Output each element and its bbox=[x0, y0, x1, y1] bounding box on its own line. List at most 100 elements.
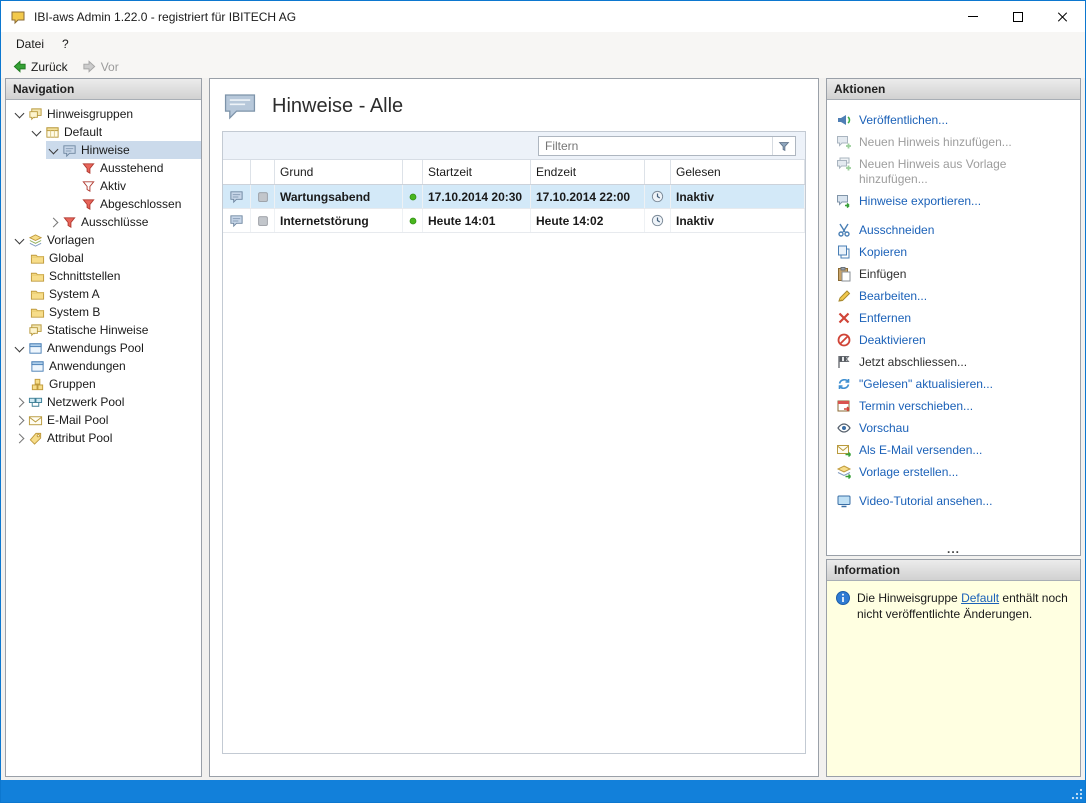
column-gelesen-icon bbox=[645, 160, 671, 184]
tree-item-anwendungs-pool[interactable]: Anwendungs Pool bbox=[6, 339, 201, 357]
chevron-down-icon[interactable] bbox=[46, 143, 61, 158]
filter-input[interactable] bbox=[539, 138, 772, 153]
hinweis-bubble-icon bbox=[63, 144, 76, 157]
minimize-button[interactable] bbox=[950, 2, 995, 32]
navigation-tree: Hinweisgruppen Default Hinweise Ausstehe… bbox=[6, 100, 201, 776]
action-video-tutorial[interactable]: Video-Tutorial ansehen... bbox=[836, 490, 1072, 512]
row-grund: Internetstörung bbox=[280, 213, 369, 228]
filter-button[interactable] bbox=[772, 136, 795, 155]
table-row[interactable]: Internetstörung Heute 14:01 Heute 14:02 … bbox=[223, 209, 805, 233]
gray-square-icon bbox=[257, 215, 268, 226]
filter-box bbox=[538, 135, 796, 156]
back-button[interactable]: Zurück bbox=[6, 57, 74, 76]
resize-grip[interactable] bbox=[1071, 788, 1083, 800]
action-vorlage-erstellen[interactable]: Vorlage erstellen... bbox=[836, 461, 1072, 483]
tree-item-label: Gruppen bbox=[49, 377, 96, 391]
row-endzeit: 17.10.2014 22:00 bbox=[536, 189, 631, 204]
tree-item-abgeschlossen[interactable]: Abgeschlossen bbox=[6, 195, 201, 213]
tree-item-label: Hinweisgruppen bbox=[47, 107, 134, 121]
tree-item-netzwerk-pool[interactable]: Netzwerk Pool bbox=[6, 393, 201, 411]
action-label: Ausschneiden bbox=[859, 223, 935, 237]
chevron-down-icon[interactable] bbox=[12, 233, 27, 248]
chevron-down-icon[interactable] bbox=[12, 107, 27, 122]
action-list: Veröffentlichen... Neuen Hinweis hinzufü… bbox=[827, 100, 1080, 555]
information-header: Information bbox=[827, 560, 1080, 581]
menu-datei[interactable]: Datei bbox=[7, 34, 53, 54]
tree-item-gruppen[interactable]: Gruppen bbox=[6, 375, 201, 393]
add-hinweis-icon bbox=[837, 136, 851, 149]
back-label: Zurück bbox=[31, 59, 68, 74]
action-bearbeiten[interactable]: Bearbeiten... bbox=[836, 285, 1072, 307]
column-grund[interactable]: Grund bbox=[275, 160, 403, 184]
send-email-icon bbox=[837, 445, 852, 458]
tree-item-label: Default bbox=[64, 125, 103, 139]
action-hinweise-exportieren[interactable]: Hinweise exportieren... bbox=[836, 190, 1072, 212]
column-endzeit[interactable]: Endzeit bbox=[531, 160, 645, 184]
navigation-panel: Navigation Hinweisgruppen Default Hinwei… bbox=[5, 78, 202, 777]
tree-item-statische-hinweise[interactable]: Statische Hinweise bbox=[6, 321, 201, 339]
close-button[interactable] bbox=[1040, 2, 1085, 32]
tree-item-email-pool[interactable]: E-Mail Pool bbox=[6, 411, 201, 429]
copy-icon bbox=[838, 245, 850, 259]
action-neuen-hinweis-hinzufuegen[interactable]: Neuen Hinweis hinzufügen... bbox=[836, 131, 1072, 153]
action-einfuegen[interactable]: Einfügen bbox=[836, 263, 1072, 285]
tree-item-ausschluesse[interactable]: Ausschlüsse bbox=[6, 213, 201, 231]
action-label: Video-Tutorial ansehen... bbox=[859, 494, 993, 508]
tree-item-system-a[interactable]: System A bbox=[6, 285, 201, 303]
action-entfernen[interactable]: Entfernen bbox=[836, 307, 1072, 329]
actions-more-indicator[interactable]: ... bbox=[827, 543, 1080, 555]
action-als-email-versenden[interactable]: Als E-Mail versenden... bbox=[836, 439, 1072, 461]
default-group-link[interactable]: Default bbox=[961, 591, 999, 605]
tree-item-hinweise[interactable]: Hinweise bbox=[6, 141, 201, 159]
action-neuen-hinweis-aus-vorlage[interactable]: Neuen Hinweis aus Vorlage hinzufügen... bbox=[836, 153, 1072, 190]
chevron-down-icon[interactable] bbox=[12, 341, 27, 356]
action-ausschneiden[interactable]: Ausschneiden bbox=[836, 219, 1072, 241]
action-deaktivieren[interactable]: Deaktivieren bbox=[836, 329, 1072, 351]
action-label: Entfernen bbox=[859, 311, 912, 325]
information-panel: Information Die Hinweisgruppe Default en… bbox=[826, 559, 1081, 777]
chevron-right-icon[interactable] bbox=[12, 395, 27, 410]
chevron-right-icon[interactable] bbox=[46, 215, 61, 230]
tree-item-ausstehend[interactable]: Ausstehend bbox=[6, 159, 201, 177]
tree-item-vorlagen[interactable]: Vorlagen bbox=[6, 231, 201, 249]
toolbar: Zurück Vor bbox=[1, 55, 1085, 78]
column-startzeit[interactable]: Startzeit bbox=[423, 160, 531, 184]
table-header: Grund Startzeit Endzeit Gelesen bbox=[223, 160, 805, 185]
tree-item-global[interactable]: Global bbox=[6, 249, 201, 267]
gray-square-icon bbox=[257, 191, 268, 202]
page-title: Hinweise - Alle bbox=[272, 94, 404, 117]
chevron-right-icon[interactable] bbox=[12, 413, 27, 428]
tree-item-label: Vorlagen bbox=[47, 233, 95, 247]
action-jetzt-abschliessen[interactable]: Jetzt abschliessen... bbox=[836, 351, 1072, 373]
chevron-down-icon[interactable] bbox=[29, 125, 44, 140]
tree-item-system-b[interactable]: System B bbox=[6, 303, 201, 321]
tree-item-hinweisgruppen[interactable]: Hinweisgruppen bbox=[6, 105, 201, 123]
content-panel: Hinweise - Alle Grund Startz bbox=[209, 78, 819, 777]
tree-item-label: Netzwerk Pool bbox=[47, 395, 125, 409]
column-gelesen[interactable]: Gelesen bbox=[671, 160, 805, 184]
chevron-right-icon[interactable] bbox=[12, 431, 27, 446]
action-veroeffentlichen[interactable]: Veröffentlichen... bbox=[836, 109, 1072, 131]
table-row[interactable]: Wartungsabend 17.10.2014 20:30 17.10.201… bbox=[223, 185, 805, 209]
tree-item-default[interactable]: Default bbox=[6, 123, 201, 141]
chevron-placeholder bbox=[12, 323, 27, 338]
tree-item-label: Anwendungen bbox=[49, 359, 126, 373]
action-gelesen-aktualisieren[interactable]: "Gelesen" aktualisieren... bbox=[836, 373, 1072, 395]
forward-button[interactable]: Vor bbox=[76, 57, 125, 76]
action-termin-verschieben[interactable]: Termin verschieben... bbox=[836, 395, 1072, 417]
preview-eye-icon bbox=[837, 423, 851, 433]
action-vorschau[interactable]: Vorschau bbox=[836, 417, 1072, 439]
create-template-icon bbox=[836, 465, 852, 480]
tree-item-aktiv[interactable]: Aktiv bbox=[6, 177, 201, 195]
action-kopieren[interactable]: Kopieren bbox=[836, 241, 1072, 263]
app-window-icon bbox=[29, 342, 42, 354]
maximize-button[interactable] bbox=[995, 2, 1040, 32]
row-grund: Wartungsabend bbox=[280, 189, 371, 204]
edit-icon bbox=[838, 290, 851, 302]
tree-item-attribut-pool[interactable]: Attribut Pool bbox=[6, 429, 201, 447]
tree-item-schnittstellen[interactable]: Schnittstellen bbox=[6, 267, 201, 285]
menu-help[interactable]: ? bbox=[53, 34, 78, 54]
tree-item-anwendungen[interactable]: Anwendungen bbox=[6, 357, 201, 375]
export-icon bbox=[837, 195, 850, 209]
folder-icon bbox=[30, 254, 45, 264]
